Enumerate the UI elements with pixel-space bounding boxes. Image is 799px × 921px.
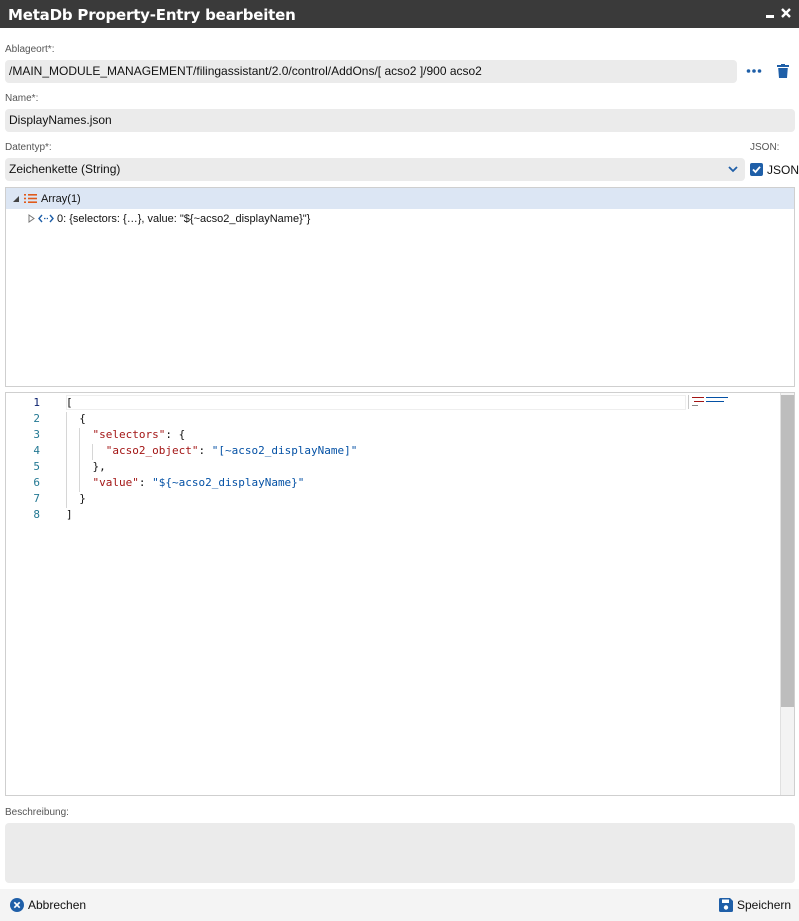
window-titlebar: MetaDb Property-Entry bearbeiten bbox=[0, 0, 799, 28]
line-number: 6 bbox=[33, 476, 40, 489]
object-icon bbox=[38, 214, 54, 223]
line-number: 3 bbox=[33, 428, 40, 441]
datentyp-value: Zeichenkette (String) bbox=[9, 162, 121, 176]
code-line-1: [ bbox=[66, 396, 73, 409]
json-checkbox[interactable] bbox=[750, 163, 763, 176]
json-code-editor[interactable]: 1 2 3 4 5 6 7 8 [ { "selectors": { "acso… bbox=[5, 392, 795, 796]
editor-scrollbar-thumb[interactable] bbox=[781, 395, 794, 707]
trash-icon bbox=[777, 64, 789, 78]
code-line-7: } bbox=[66, 492, 86, 505]
tree-root-label: Array(1) bbox=[41, 193, 81, 205]
code-line-8: ] bbox=[66, 508, 73, 521]
line-number: 5 bbox=[33, 460, 40, 473]
json-tree-view: Array(1) 0: {selectors: {…}, value: "${~… bbox=[5, 187, 795, 387]
ablageort-label: Ablageort*: bbox=[5, 44, 55, 55]
ablageort-field[interactable]: /MAIN_MODULE_MANAGEMENT/filingassistant/… bbox=[5, 60, 737, 83]
datentyp-label: Datentyp*: bbox=[5, 142, 52, 153]
code-line-4: "acso2_object": "[~acso2_displayName]" bbox=[105, 444, 358, 457]
line-number: 2 bbox=[33, 412, 40, 425]
save-icon bbox=[719, 898, 733, 912]
window-title: MetaDb Property-Entry bearbeiten bbox=[8, 6, 296, 24]
current-line-highlight bbox=[66, 395, 686, 410]
line-number: 4 bbox=[33, 444, 40, 457]
cancel-button[interactable]: Abbrechen bbox=[10, 898, 86, 912]
line-number: 1 bbox=[33, 396, 40, 409]
name-field[interactable]: DisplayNames.json bbox=[5, 109, 795, 132]
minimize-icon bbox=[766, 15, 774, 18]
dialog-footer: Abbrechen Speichern bbox=[0, 889, 799, 921]
browse-button[interactable] bbox=[744, 61, 764, 81]
list-icon bbox=[24, 194, 37, 203]
code-line-5: }, bbox=[66, 460, 106, 473]
tree-root-row[interactable]: Array(1) bbox=[6, 188, 794, 209]
name-label: Name*: bbox=[5, 93, 39, 104]
code-line-3: "selectors": { bbox=[92, 428, 186, 441]
code-minimap[interactable] bbox=[688, 395, 748, 409]
line-number: 8 bbox=[33, 508, 40, 521]
tree-child-label: 0: {selectors: {…}, value: "${~acso2_dis… bbox=[57, 213, 311, 225]
cancel-circle-icon bbox=[10, 898, 24, 912]
save-button[interactable]: Speichern bbox=[719, 898, 791, 912]
expanded-triangle-icon bbox=[13, 196, 19, 202]
close-button[interactable] bbox=[777, 4, 795, 24]
beschreibung-textarea[interactable] bbox=[5, 823, 795, 883]
cancel-button-label: Abbrechen bbox=[28, 898, 87, 912]
close-icon bbox=[781, 8, 791, 18]
json-label: JSON: bbox=[750, 142, 780, 153]
save-button-label: Speichern bbox=[737, 898, 792, 912]
check-icon bbox=[752, 166, 761, 174]
json-checkbox-label: JSON bbox=[767, 163, 799, 177]
datentyp-select[interactable]: Zeichenkette (String) bbox=[5, 158, 745, 181]
line-number: 7 bbox=[33, 492, 40, 505]
collapsed-triangle-icon bbox=[28, 214, 35, 223]
beschreibung-label: Beschreibung: bbox=[5, 807, 69, 818]
delete-button[interactable] bbox=[773, 61, 793, 81]
code-line-2: { bbox=[66, 412, 86, 425]
code-line-6: "value": "${~acso2_displayName}" bbox=[92, 476, 305, 489]
more-icon bbox=[746, 69, 762, 73]
chevron-down-icon bbox=[728, 166, 738, 173]
